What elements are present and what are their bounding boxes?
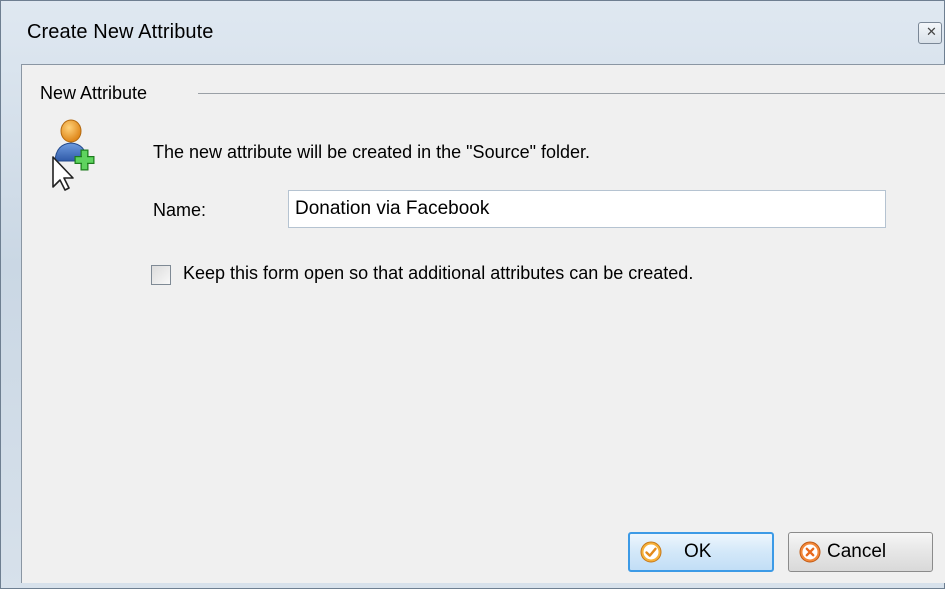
window-title: Create New Attribute bbox=[27, 21, 214, 43]
info-text: The new attribute will be created in the… bbox=[153, 142, 591, 162]
ok-button[interactable]: OK bbox=[628, 532, 774, 572]
cancel-button[interactable]: Cancel bbox=[788, 532, 933, 572]
dialog-content: New Attribute The new attribute will be … bbox=[21, 64, 945, 583]
close-button[interactable]: ✕ bbox=[918, 22, 942, 44]
keep-open-checkbox[interactable] bbox=[151, 265, 171, 285]
ok-button-label: OK bbox=[684, 541, 712, 562]
cancel-button-label: Cancel bbox=[827, 541, 887, 562]
name-input[interactable] bbox=[288, 190, 886, 228]
keep-open-label[interactable]: Keep this form open so that additional a… bbox=[183, 263, 693, 284]
close-icon: ✕ bbox=[926, 25, 937, 40]
name-label: Name: bbox=[153, 200, 207, 220]
cancel-circle-icon bbox=[799, 541, 821, 563]
title-bar[interactable]: Create New Attribute ✕ bbox=[1, 1, 945, 63]
group-legend: New Attribute bbox=[40, 83, 152, 104]
dialog-window: Create New Attribute ✕ New Attribute The… bbox=[0, 0, 945, 589]
check-circle-icon bbox=[640, 541, 662, 563]
user-add-icon bbox=[52, 119, 95, 191]
group-divider bbox=[198, 93, 945, 94]
